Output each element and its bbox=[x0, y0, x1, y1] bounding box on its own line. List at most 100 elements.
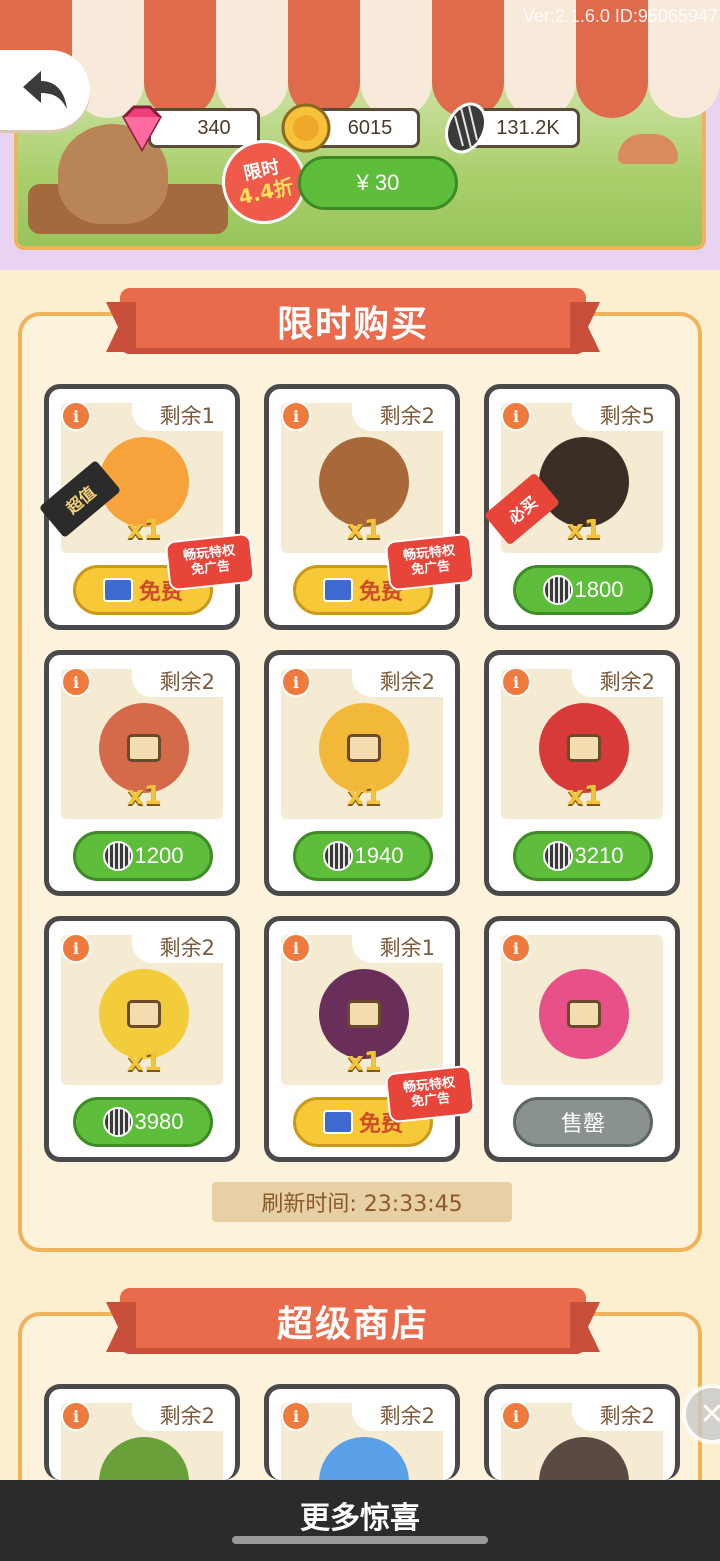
ad-tag-line: 免广告 bbox=[190, 558, 231, 578]
remaining-count: 剩余5 bbox=[571, 399, 665, 431]
info-icon[interactable]: i bbox=[281, 1401, 311, 1431]
sunflower-seed-icon bbox=[102, 1107, 133, 1137]
buy-button[interactable]: 3980 bbox=[73, 1097, 213, 1147]
buy-button[interactable]: 1800 bbox=[513, 565, 653, 615]
info-icon[interactable]: i bbox=[501, 933, 531, 963]
button-label: 3980 bbox=[134, 1109, 184, 1134]
info-icon[interactable]: i bbox=[281, 667, 311, 697]
sunflower-seed-icon bbox=[542, 575, 573, 605]
mushroom-decor-icon bbox=[618, 134, 678, 164]
item-quantity: x1 bbox=[127, 515, 162, 545]
buy-button[interactable]: 3210 bbox=[513, 831, 653, 881]
shop-item-card[interactable]: i 剩余2 bbox=[44, 1384, 240, 1480]
remaining-count: 剩余1 bbox=[131, 399, 225, 431]
ad-tag-line: 免广告 bbox=[410, 1090, 451, 1110]
shop-item-card[interactable]: i 售罄 bbox=[484, 916, 680, 1162]
item-quantity: x1 bbox=[347, 515, 382, 545]
sunflower-seed-icon bbox=[322, 841, 353, 871]
info-icon[interactable]: i bbox=[501, 1401, 531, 1431]
video-ad-icon bbox=[102, 578, 133, 602]
remaining-count: 剩余2 bbox=[351, 399, 445, 431]
coin-value: 6015 bbox=[347, 116, 393, 139]
item-quantity: x1 bbox=[127, 781, 162, 811]
more-surprises-bar[interactable]: 更多惊喜 bbox=[0, 1480, 720, 1561]
shop-item-card[interactable]: i 剩余1 x1 免费 畅玩特权 免广告 bbox=[264, 916, 476, 1162]
button-label: 售罄 bbox=[560, 1111, 605, 1136]
refresh-timer: 刷新时间: 23:33:45 bbox=[212, 1182, 512, 1222]
limited-shop-title: 限时购买 bbox=[106, 282, 600, 360]
back-button[interactable] bbox=[0, 50, 90, 130]
button-label: 1800 bbox=[574, 577, 624, 602]
buy-button[interactable]: 1200 bbox=[73, 831, 213, 881]
remaining-count: 剩余2 bbox=[351, 1399, 445, 1431]
sunflower-seed-icon bbox=[542, 841, 573, 871]
ad-tag-line: 免广告 bbox=[410, 558, 451, 578]
shop-item-card[interactable]: i 剩余5 x1 必买 1800 bbox=[483, 384, 680, 630]
info-icon[interactable]: i bbox=[281, 933, 311, 963]
item-quantity: x1 bbox=[567, 781, 602, 811]
remaining-count: 剩余2 bbox=[571, 1399, 665, 1431]
remaining-count: 剩余1 bbox=[351, 931, 445, 963]
super-shop-title-text: 超级商店 bbox=[276, 1304, 429, 1345]
home-indicator bbox=[232, 1536, 488, 1544]
version-label: Ver:2.1.6.0 ID:95065947 bbox=[522, 6, 718, 26]
info-icon[interactable]: i bbox=[61, 401, 91, 431]
shop-item-card[interactable]: i 剩余2 x1 3980 bbox=[44, 916, 240, 1162]
pumpkin-locked-icon bbox=[319, 703, 409, 793]
info-icon[interactable]: i bbox=[61, 667, 91, 697]
cat-food-bag-icon bbox=[539, 437, 629, 527]
gem-value: 340 bbox=[197, 116, 231, 139]
shop-item-card[interactable]: i 剩余2 x1 3210 bbox=[484, 650, 680, 896]
item-quantity: x1 bbox=[127, 1047, 162, 1077]
remaining-count: 剩余2 bbox=[351, 665, 445, 697]
info-icon[interactable]: i bbox=[61, 933, 91, 963]
sunflower-seed-icon bbox=[102, 841, 133, 871]
remaining-count: 剩余2 bbox=[571, 665, 665, 697]
mangosteen-locked-icon bbox=[319, 969, 409, 1059]
item-quantity: x1 bbox=[347, 781, 382, 811]
button-label: 3210 bbox=[574, 843, 624, 868]
lock-icon bbox=[347, 734, 381, 762]
info-icon[interactable]: i bbox=[501, 667, 531, 697]
video-ad-icon bbox=[322, 1110, 353, 1134]
lock-icon bbox=[127, 1000, 161, 1028]
button-label: 1940 bbox=[354, 843, 404, 868]
remaining-count: 剩余2 bbox=[131, 665, 225, 697]
dragon-fruit-locked-icon bbox=[539, 969, 629, 1059]
sold-out-button: 售罄 bbox=[513, 1097, 653, 1147]
shop-item-card[interactable]: i 剩余2 x1 免费 畅玩特权 免广告 bbox=[264, 384, 476, 630]
shop-item-card[interactable]: i 剩余2 x1 1940 bbox=[264, 650, 460, 896]
pineapple-locked-icon bbox=[99, 969, 189, 1059]
shop-item-card[interactable]: i 剩余2 bbox=[484, 1384, 680, 1480]
item-quantity: x1 bbox=[567, 515, 602, 545]
shop-item-card[interactable]: i 剩余1 x1 超值 免费 畅玩特权 免广告 bbox=[38, 384, 256, 630]
ad-free-privilege-tag: 畅玩特权 免广告 bbox=[384, 1064, 476, 1124]
gem-icon bbox=[114, 100, 170, 156]
lock-icon bbox=[127, 734, 161, 762]
info-icon[interactable]: i bbox=[61, 1401, 91, 1431]
lock-icon bbox=[347, 1000, 381, 1028]
buy-button[interactable]: 1940 bbox=[293, 831, 433, 881]
remaining-count: 剩余2 bbox=[131, 1399, 225, 1431]
acorn-icon bbox=[319, 437, 409, 527]
more-surprises-label: 更多惊喜 bbox=[300, 1500, 420, 1536]
remaining-count: 剩余2 bbox=[131, 931, 225, 963]
super-shop-title: 超级商店 bbox=[106, 1282, 600, 1360]
banner-edge bbox=[0, 256, 720, 276]
item-quantity: x1 bbox=[347, 1047, 382, 1077]
package-price-button[interactable]: ¥ 30 bbox=[298, 156, 458, 210]
ad-free-privilege-tag: 畅玩特权 免广告 bbox=[164, 532, 256, 592]
lock-icon bbox=[567, 734, 601, 762]
lock-icon bbox=[567, 1000, 601, 1028]
back-arrow-icon bbox=[23, 71, 67, 109]
info-icon[interactable]: i bbox=[501, 401, 531, 431]
shop-item-card[interactable]: i 剩余2 bbox=[264, 1384, 460, 1480]
strawberry-locked-icon bbox=[539, 703, 629, 793]
info-icon[interactable]: i bbox=[281, 401, 311, 431]
ad-free-privilege-tag: 畅玩特权 免广告 bbox=[384, 532, 476, 592]
limited-shop-title-text: 限时购买 bbox=[276, 304, 429, 345]
button-label: 1200 bbox=[134, 843, 184, 868]
mushroom-locked-icon bbox=[99, 703, 189, 793]
video-ad-icon bbox=[322, 578, 353, 602]
shop-item-card[interactable]: i 剩余2 x1 1200 bbox=[44, 650, 240, 896]
